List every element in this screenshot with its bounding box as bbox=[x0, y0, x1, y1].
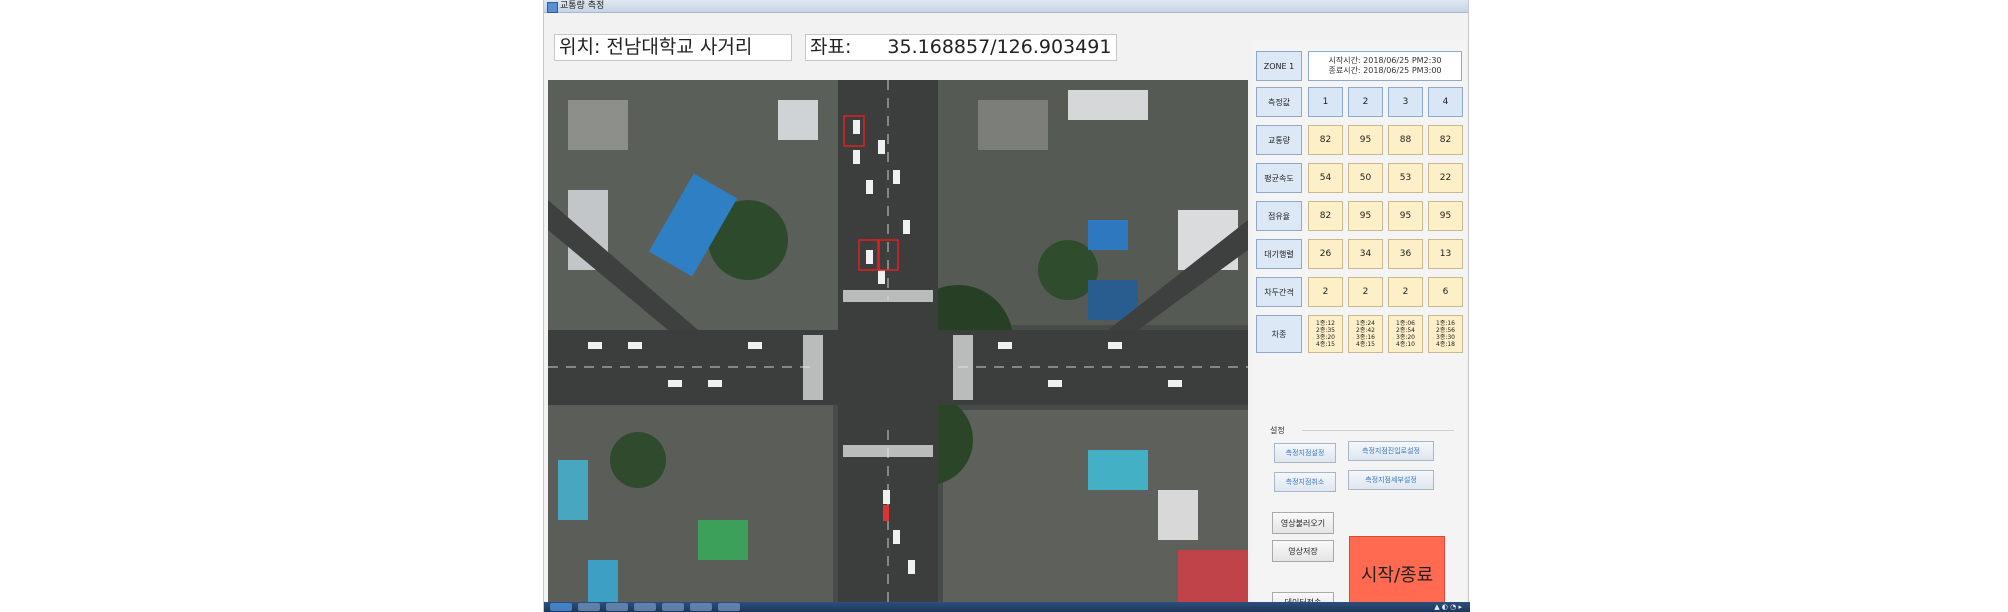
vehicle-type-cell-1: 1종:12 2종:35 3종:20 4종:15 bbox=[1308, 315, 1343, 353]
start-stop-button[interactable]: 시작/종료 bbox=[1349, 536, 1445, 612]
aerial-intersection-image bbox=[548, 80, 1248, 604]
row-label-volume[interactable]: 교통량 bbox=[1256, 125, 1302, 155]
taskbar-app-icon[interactable] bbox=[606, 603, 628, 611]
title-bar: 교통량 측정 bbox=[544, 0, 1468, 13]
queue-cell-3: 36 bbox=[1388, 239, 1423, 269]
location-label: 위치: bbox=[559, 36, 601, 58]
measure-cell-2[interactable]: 2 bbox=[1348, 87, 1383, 117]
row-label-measure[interactable]: 측정값 bbox=[1256, 87, 1302, 117]
measure-cell-3[interactable]: 3 bbox=[1388, 87, 1423, 117]
taskbar-app-icon[interactable] bbox=[634, 603, 656, 611]
location-value: 전남대학교 사거리 bbox=[606, 36, 753, 58]
vehicle-type-cell-4: 1종:16 2종:56 3종:30 4종:18 bbox=[1428, 315, 1463, 353]
vehicle-type-cell-2: 1종:24 2종:42 3종:16 4종:15 bbox=[1348, 315, 1383, 353]
headway-cell-1: 2 bbox=[1308, 277, 1343, 307]
volume-cell-1: 82 bbox=[1308, 125, 1343, 155]
occupancy-cell-4: 95 bbox=[1428, 201, 1463, 231]
row-label-queue[interactable]: 대기행렬 bbox=[1256, 239, 1302, 269]
app-icon bbox=[547, 2, 558, 13]
speed-cell-1: 54 bbox=[1308, 163, 1343, 193]
system-tray[interactable]: ▲ ◐ ◔ ▸ bbox=[1434, 602, 1462, 612]
taskbar: ▲ ◐ ◔ ▸ bbox=[544, 602, 1470, 612]
row-label-headway[interactable]: 차두간격 bbox=[1256, 277, 1302, 307]
zone-end-time: 종료시간: 2018/06/25 PM3:00 bbox=[1328, 66, 1442, 75]
measure-cell-4[interactable]: 4 bbox=[1428, 87, 1463, 117]
taskbar-app-icon[interactable] bbox=[662, 603, 684, 611]
settings-divider bbox=[1302, 430, 1454, 431]
occupancy-cell-2: 95 bbox=[1348, 201, 1383, 231]
cancel-measure-point-button[interactable]: 측정지점취소 bbox=[1274, 472, 1336, 492]
measurement-panel: ZONE 1 시작시간: 2018/06/25 PM2:30 종료시간: 201… bbox=[1252, 40, 1466, 612]
app-window: 교통량 측정 위치: 전남대학교 사거리 좌표: 35.168857/126.9… bbox=[543, 0, 1470, 612]
taskbar-app-icon[interactable] bbox=[690, 603, 712, 611]
load-video-button[interactable]: 영상불러오기 bbox=[1272, 512, 1334, 534]
set-measure-point-button[interactable]: 측정지점설정 bbox=[1274, 443, 1336, 463]
speed-cell-3: 53 bbox=[1388, 163, 1423, 193]
save-video-button[interactable]: 영상저장 bbox=[1272, 540, 1334, 562]
taskbar-app-icon[interactable] bbox=[718, 603, 740, 611]
row-label-vehicle-type[interactable]: 차종 bbox=[1256, 315, 1302, 353]
volume-cell-3: 88 bbox=[1388, 125, 1423, 155]
occupancy-cell-3: 95 bbox=[1388, 201, 1423, 231]
headway-cell-4: 6 bbox=[1428, 277, 1463, 307]
row-label-occupancy[interactable]: 점유율 bbox=[1256, 201, 1302, 231]
queue-cell-2: 34 bbox=[1348, 239, 1383, 269]
queue-cell-1: 26 bbox=[1308, 239, 1343, 269]
set-entry-road-button[interactable]: 측정지점진입로설정 bbox=[1348, 441, 1434, 461]
start-orb-icon[interactable] bbox=[550, 603, 572, 611]
vehicle-type-cell-3: 1종:06 2종:54 3종:20 4종:10 bbox=[1388, 315, 1423, 353]
measure-cell-1[interactable]: 1 bbox=[1308, 87, 1343, 117]
coordinates-field[interactable]: 좌표: 35.168857/126.903491 bbox=[805, 34, 1117, 61]
headway-cell-3: 2 bbox=[1388, 277, 1423, 307]
location-field[interactable]: 위치: 전남대학교 사거리 bbox=[554, 34, 792, 61]
headway-cell-2: 2 bbox=[1348, 277, 1383, 307]
speed-cell-4: 22 bbox=[1428, 163, 1463, 193]
window-title: 교통량 측정 bbox=[560, 1, 605, 11]
zone-time-box: 시작시간: 2018/06/25 PM2:30 종료시간: 2018/06/25… bbox=[1308, 51, 1462, 81]
volume-cell-2: 95 bbox=[1348, 125, 1383, 155]
occupancy-cell-1: 82 bbox=[1308, 201, 1343, 231]
coordinates-value: 35.168857/126.903491 bbox=[887, 36, 1112, 58]
set-point-detail-button[interactable]: 측정지점세부설정 bbox=[1348, 470, 1434, 490]
queue-cell-4: 13 bbox=[1428, 239, 1463, 269]
settings-title: 설정 bbox=[1270, 426, 1285, 435]
zone-label[interactable]: ZONE 1 bbox=[1256, 51, 1302, 81]
zone-start-time: 시작시간: 2018/06/25 PM2:30 bbox=[1328, 56, 1442, 65]
coordinates-label: 좌표: bbox=[810, 36, 852, 58]
taskbar-app-icon[interactable] bbox=[578, 603, 600, 611]
volume-cell-4: 82 bbox=[1428, 125, 1463, 155]
speed-cell-2: 50 bbox=[1348, 163, 1383, 193]
row-label-avg-speed[interactable]: 평균속도 bbox=[1256, 163, 1302, 193]
aerial-video-view[interactable] bbox=[548, 80, 1248, 604]
